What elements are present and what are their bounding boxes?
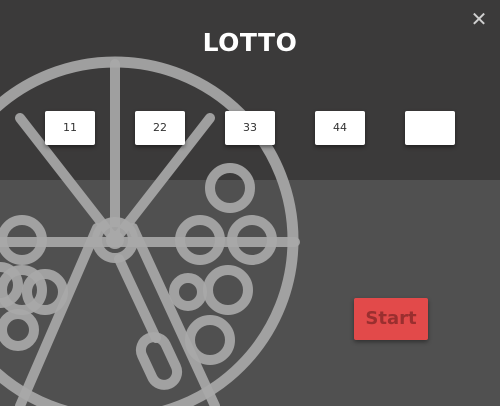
number-slot-4: 44 xyxy=(315,111,365,145)
close-icon[interactable]: ✕ xyxy=(468,8,490,30)
number-slot-3: 33 xyxy=(225,111,275,145)
page-title: LOTTO xyxy=(202,28,298,57)
lottery-wheel-icon xyxy=(0,56,300,406)
number-slot-2: 22 xyxy=(135,111,185,145)
start-button[interactable]: Start xyxy=(354,298,428,340)
number-slot-5 xyxy=(405,111,455,145)
number-slot-1: 11 xyxy=(45,111,95,145)
lotto-dialog: LOTTO ✕ 11 22 33 44 Start xyxy=(0,0,500,406)
